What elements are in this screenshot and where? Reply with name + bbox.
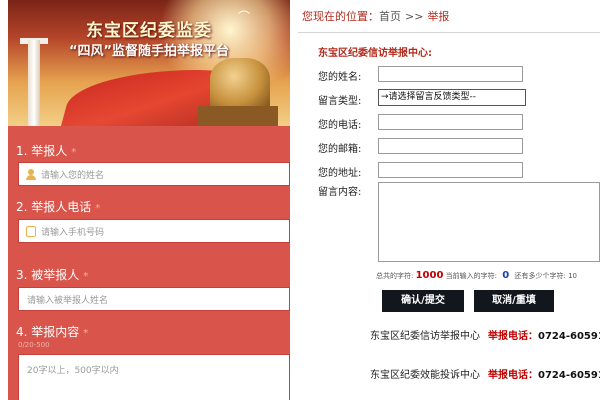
type-label: 留言类型: (318, 96, 362, 107)
banner-title: 东宝区纪委监委 (86, 21, 212, 41)
person-icon (26, 169, 36, 180)
content-length-hint: 0/20-500 (18, 341, 50, 349)
remaining-chars-label: 还有多少个字符: (514, 272, 566, 280)
name-label: 您的姓名: (318, 72, 362, 83)
contact-line-efficiency: 东宝区纪委效能投诉中心 举报电话：0724-60591 (370, 366, 600, 381)
banner-lion-base (198, 106, 278, 126)
banner-image: ⌒ 东宝区纪委监委 “四风”监督随手拍举报平台 (8, 0, 290, 126)
breadcrumb-home-link[interactable]: 首页 (379, 10, 401, 23)
breadcrumb-separator: >> (405, 10, 424, 23)
phone-input[interactable] (378, 114, 523, 130)
breadcrumb-current: 举报 (427, 10, 450, 23)
submit-button[interactable]: 确认/提交 (382, 290, 464, 312)
report-content-label: 4. 举报内容 * (16, 325, 89, 339)
reporter-phone-label: 2. 举报人电话 * (16, 200, 101, 214)
current-chars-value: 0 (502, 270, 510, 281)
reported-person-placeholder: 请输入被举报人姓名 (27, 296, 109, 306)
mobile-report-panel: ⌒ 东宝区纪委监委 “四风”监督随手拍举报平台 1. 举报人 * 请输入您的姓名 … (8, 0, 290, 400)
contact-tel-label: 举报电话： (488, 331, 538, 342)
reported-person-label: 3. 被举报人 * (16, 268, 89, 282)
contact-tel-label: 举报电话： (488, 370, 538, 381)
breadcrumb-prefix: 您现在的位置： (302, 10, 379, 23)
content-label: 留言内容: (318, 187, 362, 198)
contact-name: 东宝区纪委效能投诉中心 (370, 370, 480, 381)
reporter-label: 1. 举报人 * (16, 144, 77, 158)
reporter-phone-input[interactable]: 请输入手机号码 (18, 219, 290, 243)
desktop-report-panel: 您现在的位置：首页 >> 举报 东宝区纪委信访举报中心: 您的姓名: 留言类型: →… (298, 0, 600, 400)
email-input[interactable] (378, 138, 523, 154)
section-title: 东宝区纪委信访举报中心: (318, 48, 432, 59)
message-content-textarea[interactable] (378, 182, 600, 262)
character-counter: 总共的字符: 1000 当前输入的字符: 0 还有多少个字符: 10 (376, 270, 577, 281)
reported-person-input[interactable]: 请输入被举报人姓名 (18, 287, 290, 311)
phone-label: 您的电话: (318, 120, 362, 131)
banner-subtitle: “四风”监督随手拍举报平台 (68, 44, 230, 59)
address-input[interactable] (378, 162, 523, 178)
report-content-textarea[interactable]: 20字以上，500字以内 (18, 354, 290, 400)
banner-lion-statue (210, 58, 270, 110)
contact-line-complaints: 东宝区纪委信访举报中心 举报电话：0724-60591 (370, 327, 600, 342)
name-input[interactable] (378, 66, 523, 82)
reporter-name-placeholder: 请输入您的姓名 (41, 171, 105, 181)
reporter-name-input[interactable]: 请输入您的姓名 (18, 162, 290, 186)
message-type-select[interactable]: →请选择留言反馈类型-- (378, 89, 526, 106)
phone-icon (26, 226, 36, 237)
reporter-phone-placeholder: 请输入手机号码 (41, 228, 105, 238)
contact-tel: 0724-60591 (538, 331, 600, 342)
report-content-placeholder: 20字以上，500字以内 (27, 366, 119, 376)
remaining-chars-value: 10 (568, 272, 577, 280)
reset-button[interactable]: 取消/重填 (474, 290, 554, 312)
email-label: 您的邮箱: (318, 144, 362, 155)
total-chars-value: 1000 (415, 270, 444, 281)
total-chars-label: 总共的字符: (376, 272, 414, 280)
contact-name: 东宝区纪委信访举报中心 (370, 331, 480, 342)
current-chars-label: 当前输入的字符: (445, 272, 498, 280)
contact-tel: 0724-60591 (538, 370, 600, 381)
address-label: 您的地址: (318, 168, 362, 179)
breadcrumb: 您现在的位置：首页 >> 举报 (298, 0, 600, 33)
